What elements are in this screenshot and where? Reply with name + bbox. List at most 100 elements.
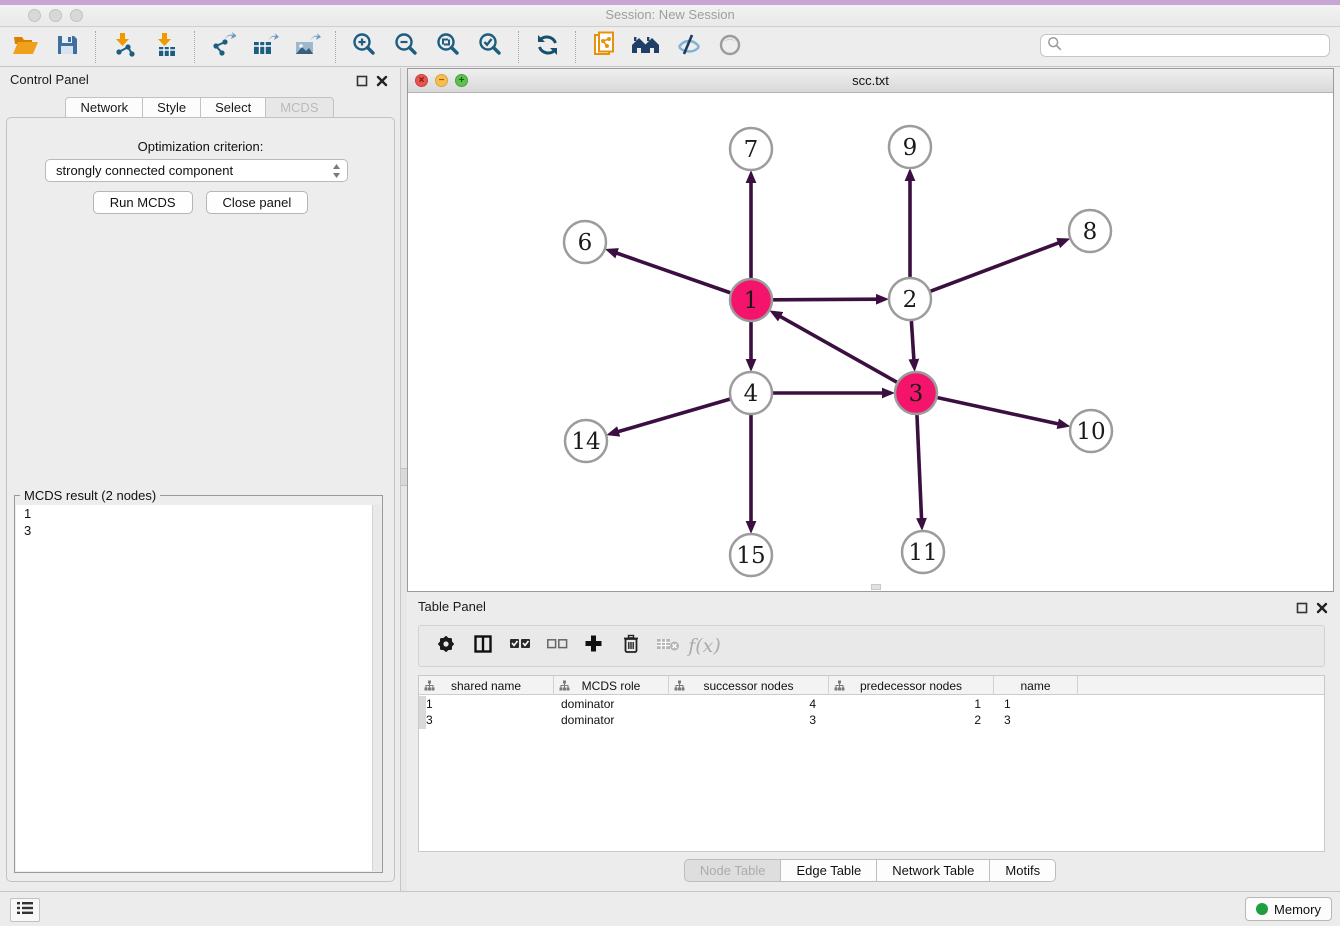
- cell-successor-nodes[interactable]: 3: [669, 712, 829, 728]
- table-row[interactable]: 1 dominator 4 1 1: [419, 696, 1324, 712]
- function-builder-button[interactable]: f(x): [686, 628, 723, 664]
- export-network-button[interactable]: [202, 29, 244, 65]
- cell-shared-name[interactable]: 1: [419, 696, 554, 712]
- graph-edge-3-11[interactable]: [917, 415, 922, 519]
- float-panel-icon[interactable]: [1296, 601, 1308, 619]
- graph-edge-3-1[interactable]: [780, 316, 897, 382]
- cell-name[interactable]: 3: [994, 712, 1078, 728]
- zoom-fit-button[interactable]: [427, 29, 469, 65]
- close-panel-icon[interactable]: [376, 74, 388, 92]
- cell-mcds-role[interactable]: dominator: [554, 696, 669, 712]
- graph-edge-2-3[interactable]: [911, 321, 913, 360]
- graph-node-label-14: 14: [571, 429, 600, 455]
- tab-network-table[interactable]: Network Table: [876, 859, 990, 882]
- task-history-button[interactable]: [10, 898, 40, 922]
- tab-network[interactable]: Network: [65, 97, 143, 118]
- memory-button[interactable]: Memory: [1245, 897, 1332, 921]
- column-header-successor-nodes[interactable]: successor nodes: [669, 676, 829, 695]
- column-header-predecessor-nodes[interactable]: predecessor nodes: [829, 676, 994, 695]
- delete-table-button[interactable]: [649, 628, 686, 664]
- graph-edge-1-6[interactable]: [616, 253, 730, 293]
- network-view-title: scc.txt: [408, 73, 1333, 88]
- plus-icon: [584, 634, 603, 658]
- network-window-titlebar[interactable]: × − + scc.txt: [408, 69, 1333, 93]
- show-panel-button[interactable]: [709, 29, 751, 65]
- graph-node-label-15: 15: [736, 543, 765, 569]
- import-table-button[interactable]: [145, 29, 187, 65]
- tree-icon: [559, 680, 570, 694]
- control-panel-tabs: Network Style Select MCDS: [0, 97, 400, 118]
- export-table-button[interactable]: [244, 29, 286, 65]
- tab-edge-table[interactable]: Edge Table: [780, 859, 877, 882]
- export-image-icon: [294, 32, 321, 63]
- save-session-button[interactable]: [46, 29, 88, 65]
- tree-icon: [834, 680, 845, 694]
- table-body: 1 dominator 4 1 1 3 dominator 3 2 3: [419, 696, 1324, 728]
- graph-node-label-1: 1: [744, 288, 759, 314]
- graph-edge-4-14[interactable]: [618, 399, 730, 432]
- cell-name[interactable]: 1: [994, 696, 1078, 712]
- close-panel-icon[interactable]: [1316, 601, 1328, 619]
- graph-edge-3-10[interactable]: [937, 398, 1058, 424]
- column-header-mcds-role[interactable]: MCDS role: [554, 676, 669, 695]
- graph-node-label-2: 2: [903, 287, 918, 313]
- zoom-out-icon: [393, 32, 419, 63]
- mcds-result-item[interactable]: 1: [16, 505, 381, 522]
- criterion-dropdown[interactable]: strongly connected component: [45, 159, 348, 182]
- column-label: successor nodes: [703, 679, 793, 693]
- cell-predecessor-nodes[interactable]: 1: [829, 696, 994, 712]
- zoom-selected-button[interactable]: [469, 29, 511, 65]
- run-mcds-button[interactable]: Run MCDS: [93, 191, 193, 214]
- tab-select[interactable]: Select: [200, 97, 266, 118]
- tab-node-table[interactable]: Node Table: [684, 859, 782, 882]
- toolbar-separator: [95, 31, 96, 63]
- hide-panel-button[interactable]: [667, 29, 709, 65]
- mcds-result-groupbox: MCDS result (2 nodes) 1 3: [14, 495, 383, 873]
- cell-mcds-role[interactable]: dominator: [554, 712, 669, 728]
- import-network-button[interactable]: [103, 29, 145, 65]
- delete-row-button[interactable]: [612, 628, 649, 664]
- network-resize-grip[interactable]: [871, 584, 881, 590]
- clear-selection-button[interactable]: [538, 628, 575, 664]
- float-panel-icon[interactable]: [356, 74, 368, 92]
- home-icon: [631, 33, 661, 62]
- node-table[interactable]: shared name MCDS role successor nodes pr…: [418, 675, 1325, 852]
- table-panel: Table Panel: [407, 592, 1334, 891]
- column-header-filler: [1078, 676, 1324, 695]
- search-input[interactable]: [1062, 35, 1329, 56]
- show-columns-button[interactable]: [464, 628, 501, 664]
- column-header-name[interactable]: name: [994, 676, 1078, 695]
- close-panel-button[interactable]: Close panel: [206, 191, 309, 214]
- graph-edge-2-8[interactable]: [931, 243, 1060, 292]
- cell-shared-name[interactable]: 3: [419, 712, 554, 728]
- mcds-result-item[interactable]: 3: [16, 522, 381, 539]
- result-scrollbar[interactable]: [372, 505, 381, 871]
- add-row-button[interactable]: [575, 628, 612, 664]
- zoom-in-button[interactable]: [343, 29, 385, 65]
- refresh-button[interactable]: [526, 29, 568, 65]
- zoom-out-button[interactable]: [385, 29, 427, 65]
- trash-icon: [622, 634, 640, 659]
- tab-motifs[interactable]: Motifs: [989, 859, 1056, 882]
- tab-mcds[interactable]: MCDS: [265, 97, 333, 118]
- table-row[interactable]: 3 dominator 3 2 3: [419, 712, 1324, 728]
- tab-style[interactable]: Style: [142, 97, 201, 118]
- network-canvas[interactable]: 7968124314101511: [409, 94, 1332, 590]
- cell-predecessor-nodes[interactable]: 2: [829, 712, 994, 728]
- column-label: predecessor nodes: [860, 679, 962, 693]
- home-button[interactable]: [625, 29, 667, 65]
- clone-network-icon: [591, 31, 617, 64]
- table-settings-button[interactable]: [427, 628, 464, 664]
- graph-edge-1-2[interactable]: [773, 299, 877, 300]
- column-header-shared-name[interactable]: shared name: [419, 676, 554, 695]
- select-all-button[interactable]: [501, 628, 538, 664]
- criterion-value: strongly connected component: [56, 163, 233, 178]
- toolbar-separator: [518, 31, 519, 63]
- cell-successor-nodes[interactable]: 4: [669, 696, 829, 712]
- eye-icon: [717, 33, 743, 62]
- mcds-result-list[interactable]: 1 3: [16, 505, 381, 871]
- open-session-button[interactable]: [4, 29, 46, 65]
- export-image-button[interactable]: [286, 29, 328, 65]
- search-box[interactable]: [1040, 34, 1330, 57]
- clone-network-button[interactable]: [583, 29, 625, 65]
